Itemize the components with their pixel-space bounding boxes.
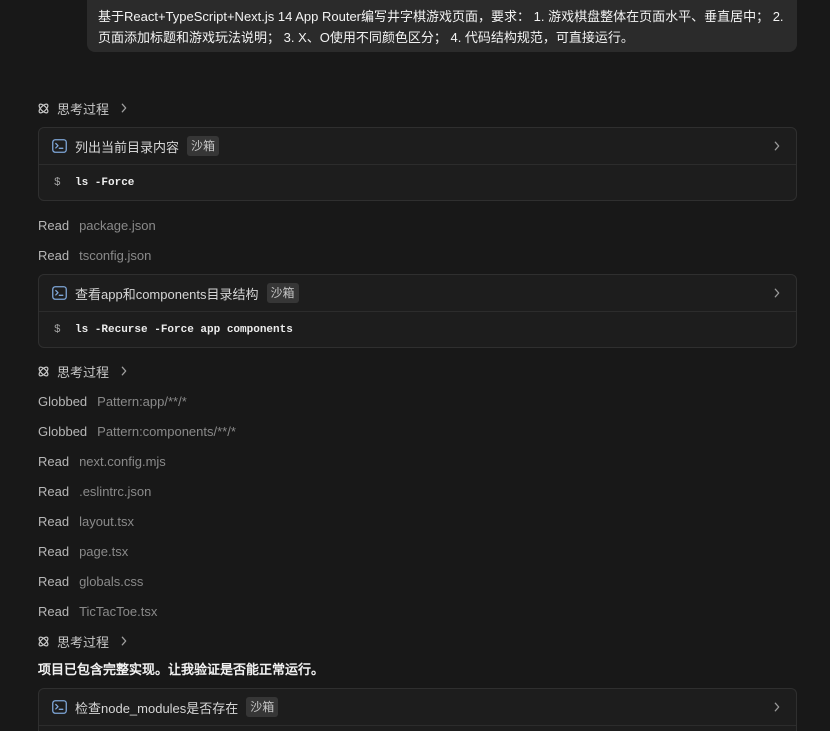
command-title: 查看app和components目录结构 <box>75 286 259 302</box>
tool-call-row: Globbed Pattern:components/**/* <box>38 421 236 441</box>
user-message-line: 页面添加标题和游戏玩法说明； 3. X、O使用不同颜色区分； 4. 代码结构规范… <box>98 30 634 45</box>
tool-call-row: Read page.tsx <box>38 541 128 561</box>
command-card: 查看app和components目录结构 沙箱 $ ls -Recurse -F… <box>38 274 797 348</box>
file-link[interactable]: layout.tsx <box>79 514 134 529</box>
command-card: 检查node_modules是否存在 沙箱 <box>38 688 797 731</box>
tool-verb: Read <box>38 573 70 589</box>
tool-verb: Globbed <box>38 393 88 409</box>
glob-pattern[interactable]: Pattern:components/**/* <box>97 424 236 439</box>
thinking-label: 思考过程 <box>57 364 110 380</box>
file-link[interactable]: package.json <box>79 218 156 233</box>
tool-verb: Read <box>38 513 70 529</box>
agent-chat-panel: 基于React+TypeScript+Next.js 14 App Router… <box>0 0 830 731</box>
tool-verb: Read <box>38 453 70 469</box>
chevron-right-icon <box>121 636 127 646</box>
sandbox-badge: 沙箱 <box>266 283 299 303</box>
tool-call-row: Read globals.css <box>38 571 143 591</box>
glob-pattern[interactable]: Pattern:app/**/* <box>97 394 187 409</box>
tool-call-row: Read tsconfig.json <box>38 245 151 265</box>
command-card-header[interactable]: 检查node_modules是否存在 沙箱 <box>39 689 796 726</box>
file-link[interactable]: page.tsx <box>79 544 128 559</box>
command-text: ls -Force <box>75 176 135 189</box>
thinking-label: 思考过程 <box>57 634 110 650</box>
tool-call-row: Read layout.tsx <box>38 511 134 531</box>
command-body: $ ls -Recurse -Force app components <box>39 312 796 347</box>
chevron-right-icon[interactable] <box>774 702 780 712</box>
tool-verb: Read <box>38 483 70 499</box>
tool-verb: Read <box>38 543 70 559</box>
sandbox-badge: 沙箱 <box>246 697 279 717</box>
terminal-icon <box>52 286 67 300</box>
user-message-bubble: 基于React+TypeScript+Next.js 14 App Router… <box>87 0 797 52</box>
command-body <box>39 726 796 731</box>
sandbox-badge: 沙箱 <box>187 136 220 156</box>
tool-call-row: Globbed Pattern:app/**/* <box>38 391 187 411</box>
chevron-right-icon[interactable] <box>774 141 780 151</box>
user-message-line: 基于React+TypeScript+Next.js 14 App Router… <box>98 9 784 24</box>
command-title: 检查node_modules是否存在 <box>75 700 239 716</box>
atom-icon <box>37 365 50 378</box>
command-title: 列出当前目录内容 <box>75 139 180 155</box>
file-link[interactable]: globals.css <box>79 574 143 589</box>
chevron-right-icon <box>121 366 127 376</box>
file-link[interactable]: next.config.mjs <box>79 454 166 469</box>
file-link[interactable]: tsconfig.json <box>79 248 151 263</box>
tool-verb: Globbed <box>38 423 88 439</box>
command-text: ls -Recurse -Force app components <box>75 323 293 336</box>
tool-call-row: Read TicTacToe.tsx <box>38 601 157 621</box>
command-card-header[interactable]: 列出当前目录内容 沙箱 <box>39 128 796 165</box>
tool-verb: Read <box>38 603 70 619</box>
terminal-icon <box>52 700 67 714</box>
file-link[interactable]: .eslintrc.json <box>79 484 151 499</box>
shell-prompt: $ <box>54 176 61 189</box>
command-body: $ ls -Force <box>39 165 796 200</box>
tool-call-row: Read .eslintrc.json <box>38 481 151 501</box>
assistant-message: 项目已包含完整实现。让我验证是否能正常运行。 <box>38 662 325 677</box>
command-card-header[interactable]: 查看app和components目录结构 沙箱 <box>39 275 796 312</box>
chevron-right-icon[interactable] <box>774 288 780 298</box>
thinking-toggle[interactable]: 思考过程 <box>37 631 127 651</box>
thinking-toggle[interactable]: 思考过程 <box>37 98 127 118</box>
atom-icon <box>37 102 50 115</box>
thinking-label: 思考过程 <box>57 101 110 117</box>
thinking-toggle[interactable]: 思考过程 <box>37 361 127 381</box>
command-card: 列出当前目录内容 沙箱 $ ls -Force <box>38 127 797 201</box>
chevron-right-icon <box>121 103 127 113</box>
terminal-icon <box>52 139 67 153</box>
tool-verb: Read <box>38 217 70 233</box>
tool-call-row: Read next.config.mjs <box>38 451 166 471</box>
tool-verb: Read <box>38 247 70 263</box>
file-link[interactable]: TicTacToe.tsx <box>79 604 157 619</box>
atom-icon <box>37 635 50 648</box>
shell-prompt: $ <box>54 323 61 336</box>
tool-call-row: Read package.json <box>38 215 156 235</box>
